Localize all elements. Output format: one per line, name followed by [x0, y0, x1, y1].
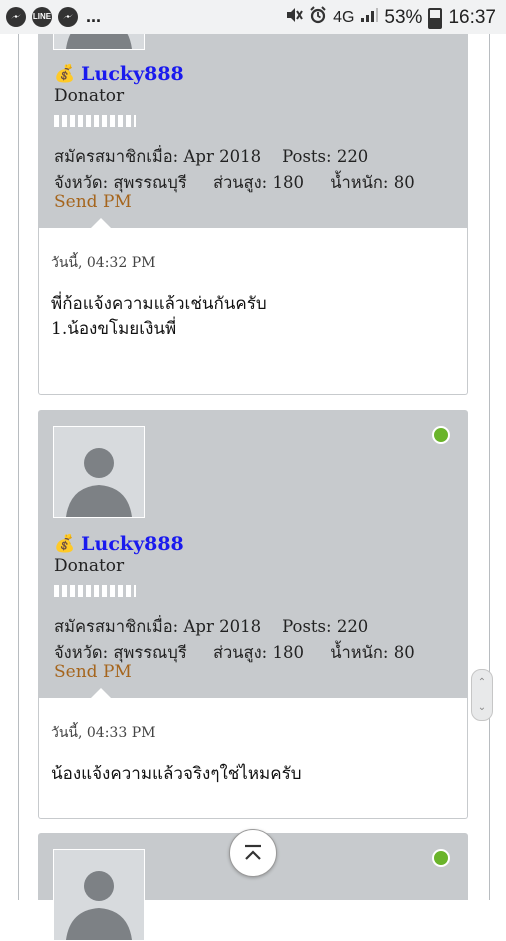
height: ส่วนสูง: 180: [212, 643, 304, 662]
chevron-down-icon[interactable]: ⌄: [478, 702, 486, 713]
height: ส่วนสูง: 180: [212, 173, 304, 192]
message-pointer: [91, 218, 111, 228]
join-info: สมัครสมาชิกเมื่อ: Apr 2018 Posts: 220: [54, 144, 368, 170]
avatar[interactable]: [53, 849, 145, 941]
reputation-bar: [54, 115, 136, 127]
online-status-icon: [432, 426, 450, 444]
messenger-icon: [6, 6, 26, 27]
username-row: 💰 Lucky888: [54, 63, 184, 85]
mute-icon: [285, 7, 303, 29]
chevron-up-icon[interactable]: ⌃: [478, 677, 486, 688]
username-link[interactable]: Lucky888: [81, 533, 184, 555]
message-line: น้องแจ้งความแล้วจริงๆใช่ไหมครับ: [51, 764, 302, 784]
post-date: วันนี้, 04:32 PM: [51, 255, 156, 271]
post-message: น้องแจ้งความแล้วจริงๆใช่ไหมครับ: [51, 762, 302, 787]
message-box: วันนี้, 04:32 PM พี่ก้อแจ้งความแล้วเช่นก…: [38, 218, 468, 395]
province: จังหวัด: สุพรรณบุรี: [54, 173, 187, 192]
clock: 16:37: [448, 7, 496, 28]
user-rank: Donator: [54, 556, 125, 576]
online-status-icon: [432, 849, 450, 867]
post-message: พี่ก้อแจ้งความแล้วเช่นกันครับ 1.น้องขโมย…: [51, 292, 267, 342]
message-pointer: [91, 688, 111, 698]
province: จังหวัด: สุพรรณบุรี: [54, 643, 187, 662]
signal-icon: [360, 7, 379, 29]
messenger-icon: [58, 6, 78, 27]
battery-icon: [428, 7, 443, 29]
status-bar: LINE ... 4G 53% 16:37: [0, 0, 506, 34]
join-date: สมัครสมาชิกเมื่อ: Apr 2018: [54, 617, 262, 636]
alarm-icon: [309, 6, 327, 30]
join-info: สมัครสมาชิกเมื่อ: Apr 2018 Posts: 220: [54, 614, 368, 640]
post-date: วันนี้, 04:33 PM: [51, 725, 156, 741]
money-bag-icon: 💰: [54, 534, 76, 554]
username-row: 💰 Lucky888: [54, 533, 184, 555]
message-line: พี่ก้อแจ้งความแล้วเช่นกันครับ: [51, 294, 267, 314]
username-link[interactable]: Lucky888: [81, 63, 184, 85]
notification-icons: LINE ...: [6, 6, 101, 27]
weight: น้ำหนัก: 80: [330, 173, 415, 192]
scroll-to-top-button[interactable]: [229, 829, 277, 877]
more-notifications: ...: [86, 6, 102, 26]
message-box: วันนี้, 04:33 PM น้องแจ้งความแล้วจริงๆใช…: [38, 688, 468, 819]
message-line: 1.น้องขโมยเงินพี่: [51, 319, 177, 339]
send-pm-link[interactable]: Send PM: [54, 192, 132, 212]
page-scroll-control[interactable]: ⌃ ⌄: [471, 669, 493, 721]
user-info-panel: 💰 Lucky888 Donator สมัครสมาชิกเมื่อ: Apr…: [38, 0, 468, 228]
forum-post: 💰 Lucky888 Donator สมัครสมาชิกเมื่อ: Apr…: [38, 0, 468, 395]
forum-post: 💰 Lucky888 Donator สมัครสมาชิกเมื่อ: Apr…: [38, 410, 468, 819]
weight: น้ำหนัก: 80: [330, 643, 415, 662]
post-count: Posts: 220: [282, 617, 369, 636]
money-bag-icon: 💰: [54, 64, 76, 84]
user-rank: Donator: [54, 86, 125, 106]
reputation-bar: [54, 585, 136, 597]
line-icon: LINE: [32, 6, 52, 27]
system-status: 4G 53% 16:37: [285, 6, 496, 30]
battery-percent: 53%: [384, 7, 423, 28]
user-info-panel: 💰 Lucky888 Donator สมัครสมาชิกเมื่อ: Apr…: [38, 410, 468, 698]
join-date: สมัครสมาชิกเมื่อ: Apr 2018: [54, 147, 262, 166]
arrow-up-to-top-icon: [245, 844, 261, 860]
post-count: Posts: 220: [282, 147, 369, 166]
avatar[interactable]: [53, 426, 145, 518]
send-pm-link[interactable]: Send PM: [54, 662, 132, 682]
network-type: 4G: [333, 9, 355, 26]
